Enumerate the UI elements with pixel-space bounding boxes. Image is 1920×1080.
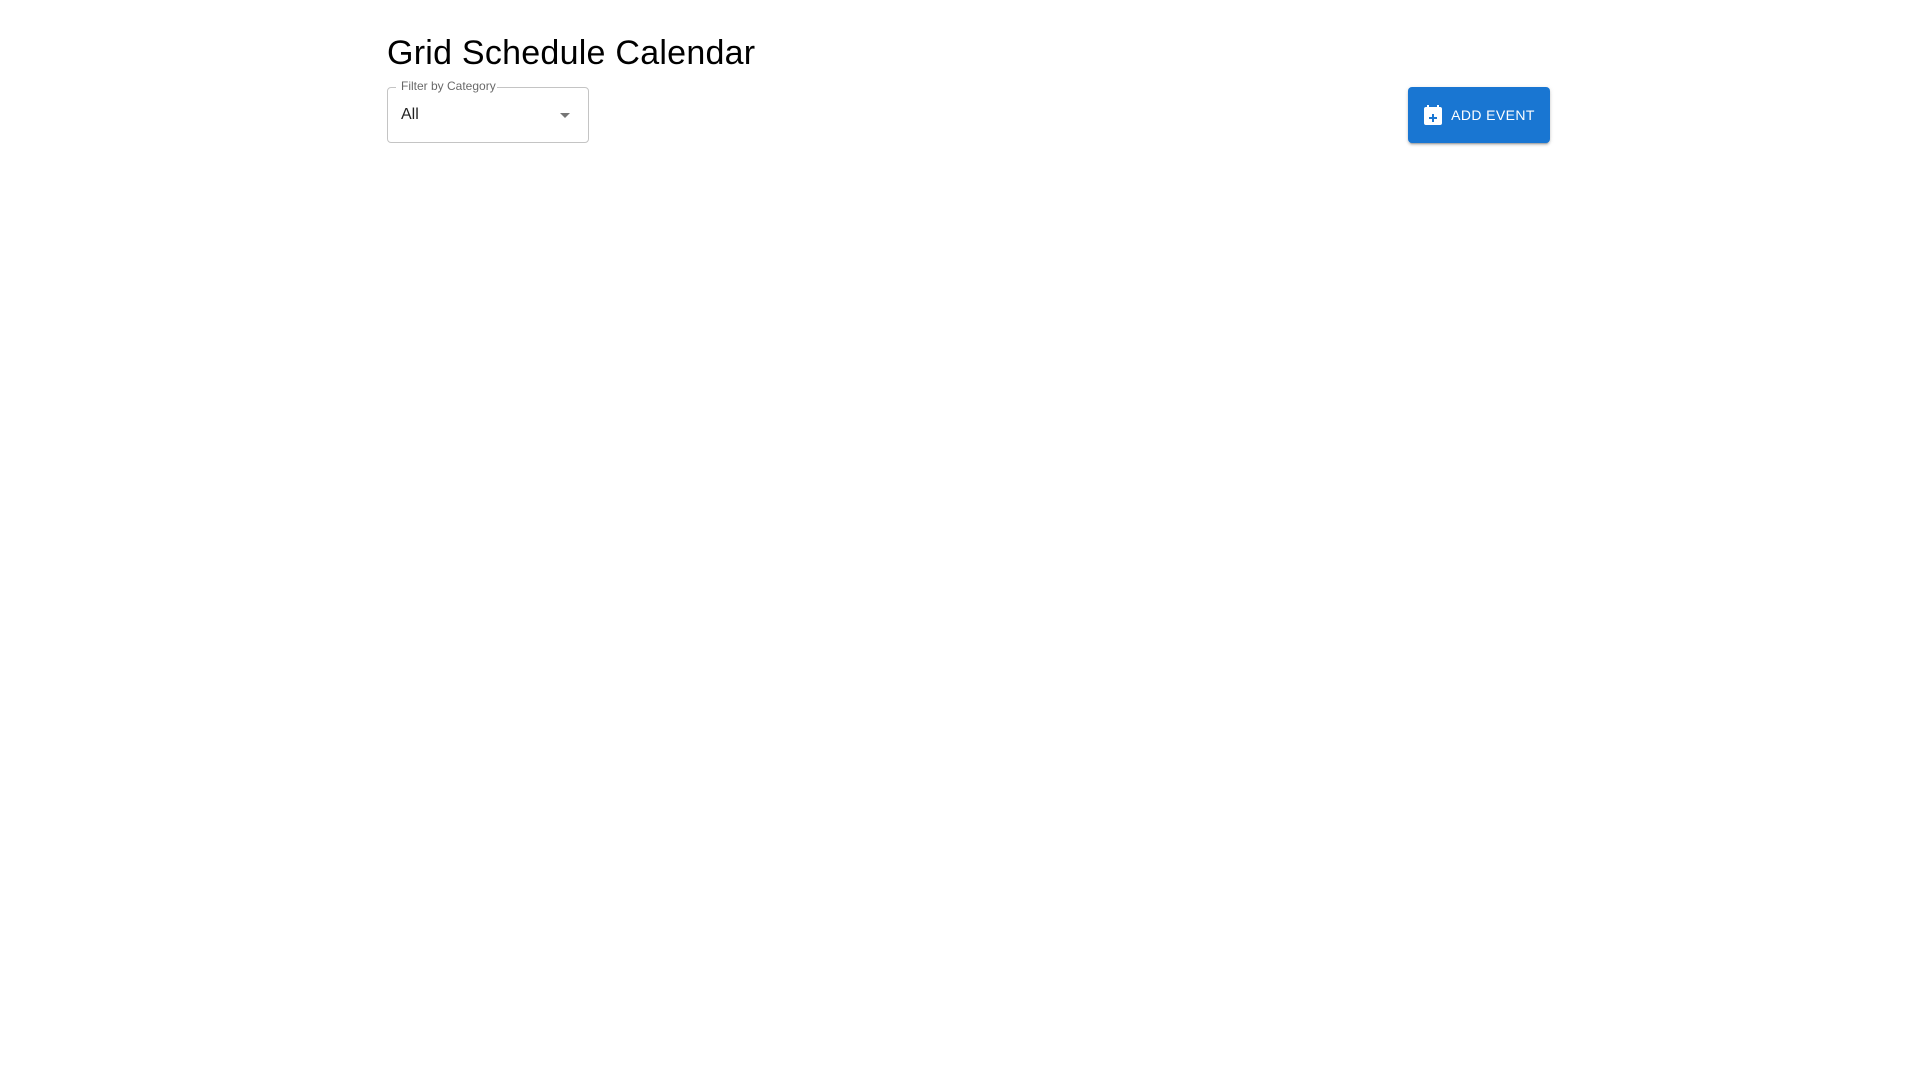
- add-event-label: ADD EVENT: [1451, 107, 1535, 123]
- page-title: Grid Schedule Calendar: [387, 34, 756, 72]
- category-filter-select[interactable]: Filter by Category Filter by Category Al…: [387, 79, 589, 143]
- toolbar: Filter by Category Filter by Category Al…: [387, 79, 1550, 143]
- arrow-drop-down-icon: [553, 108, 577, 122]
- filter-selected-value: All: [401, 106, 419, 123]
- filter-label: Filter by Category: [401, 79, 496, 93]
- page-container: Grid Schedule Calendar Filter by Categor…: [387, 0, 1550, 1080]
- calendar-add-icon: [1423, 105, 1443, 125]
- add-event-button[interactable]: ADD EVENT: [1408, 87, 1550, 143]
